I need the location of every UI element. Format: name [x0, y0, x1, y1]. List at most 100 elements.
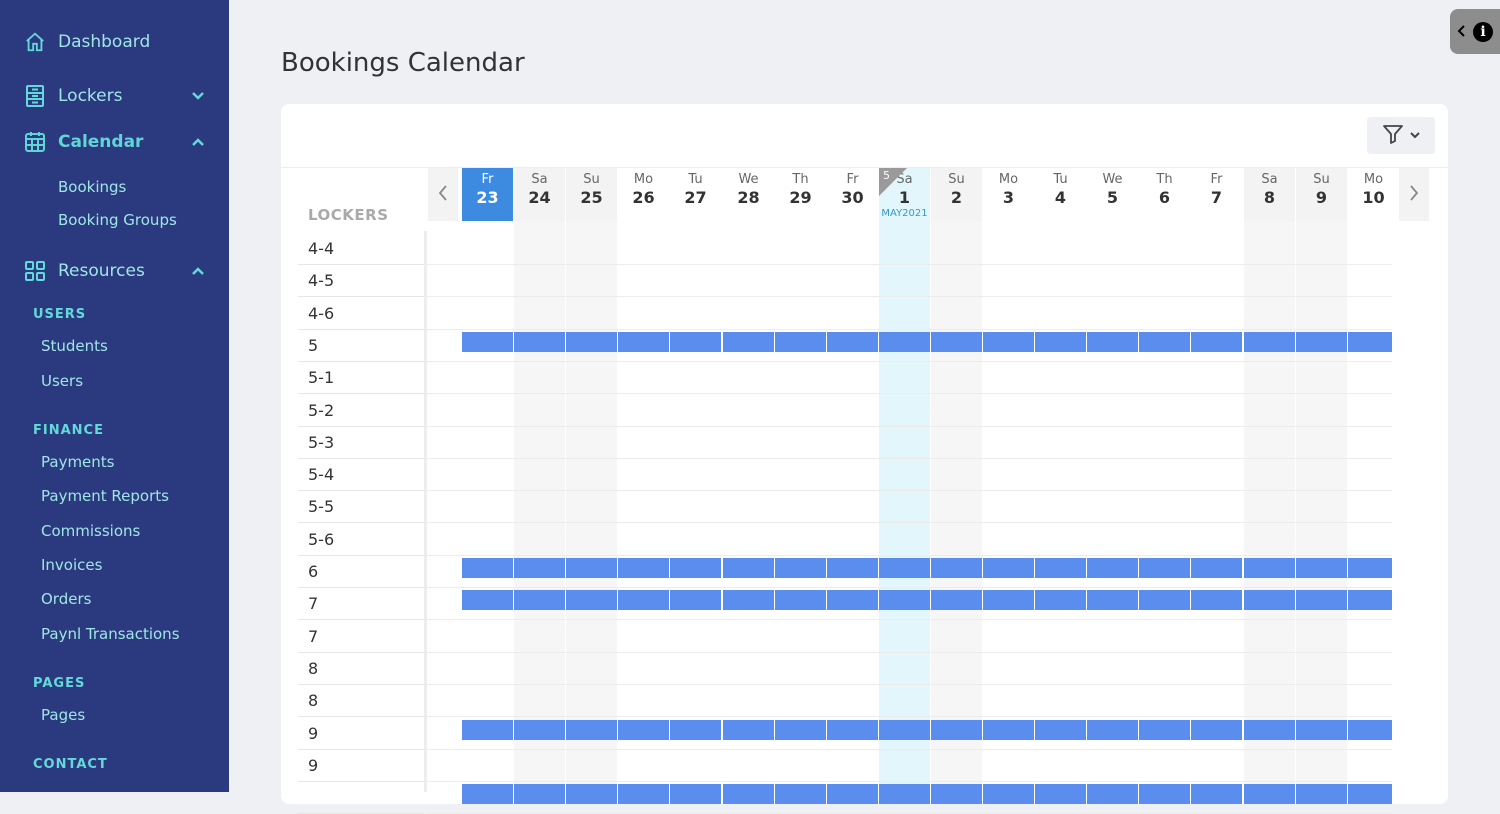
day-header[interactable]: We 5	[1087, 168, 1138, 221]
booking-bar[interactable]	[566, 558, 617, 578]
info-panel-toggle[interactable]: i	[1450, 9, 1500, 54]
booking-bar[interactable]	[618, 590, 669, 610]
booking-bar[interactable]	[879, 590, 930, 610]
booking-bar[interactable]	[1087, 558, 1138, 578]
booking-bar[interactable]	[879, 558, 930, 578]
booking-bar[interactable]	[775, 558, 826, 578]
booking-bar[interactable]	[1191, 784, 1242, 804]
day-header[interactable]: Fr 7	[1191, 168, 1242, 221]
booking-bar[interactable]	[1139, 590, 1190, 610]
booking-bar[interactable]	[983, 332, 1034, 352]
nav-payments[interactable]: Payments	[41, 453, 114, 471]
booking-bar[interactable]	[723, 784, 774, 804]
booking-bar[interactable]	[514, 332, 565, 352]
chevron-down-icon[interactable]	[190, 88, 206, 104]
booking-bar[interactable]	[1244, 332, 1295, 352]
booking-bar[interactable]	[1191, 720, 1242, 740]
booking-bar[interactable]	[618, 558, 669, 578]
day-header[interactable]: Mo 26	[618, 168, 669, 221]
day-header[interactable]: 5 Sa 1 MAY2021	[879, 168, 930, 221]
booking-bar[interactable]	[1348, 784, 1392, 804]
booking-bar[interactable]	[462, 558, 513, 578]
booking-bar[interactable]	[1244, 590, 1295, 610]
nav-commissions[interactable]: Commissions	[41, 522, 140, 540]
booking-bar[interactable]	[514, 558, 565, 578]
day-header[interactable]: Fr 30	[827, 168, 878, 221]
booking-bar[interactable]	[1139, 332, 1190, 352]
booking-bar[interactable]	[1296, 558, 1347, 578]
booking-bar[interactable]	[827, 332, 878, 352]
nav-users[interactable]: Users	[41, 372, 83, 390]
nav-bookings[interactable]: Bookings	[58, 178, 126, 196]
day-header[interactable]: Su 25	[566, 168, 617, 221]
booking-bar[interactable]	[827, 784, 878, 804]
booking-bar[interactable]	[1035, 590, 1086, 610]
chevron-up-icon[interactable]	[190, 134, 206, 150]
nav-payment-reports[interactable]: Payment Reports	[41, 487, 169, 505]
booking-bar[interactable]	[827, 590, 878, 610]
nav-paynl-transactions[interactable]: Paynl Transactions	[41, 625, 180, 643]
booking-bar[interactable]	[462, 784, 513, 804]
booking-bar[interactable]	[1087, 332, 1138, 352]
booking-bar[interactable]	[879, 720, 930, 740]
day-header[interactable]: We 28	[723, 168, 774, 221]
booking-bar[interactable]	[775, 590, 826, 610]
booking-bar[interactable]	[827, 558, 878, 578]
booking-bar[interactable]	[775, 720, 826, 740]
booking-bar[interactable]	[1139, 558, 1190, 578]
booking-bar[interactable]	[566, 590, 617, 610]
booking-bar[interactable]	[1296, 784, 1347, 804]
booking-bar[interactable]	[879, 332, 930, 352]
nav-students[interactable]: Students	[41, 337, 108, 355]
nav-lockers[interactable]: Lockers	[24, 82, 122, 110]
booking-bar[interactable]	[1087, 720, 1138, 740]
booking-bar[interactable]	[1035, 332, 1086, 352]
booking-bar[interactable]	[618, 332, 669, 352]
booking-bar[interactable]	[1296, 720, 1347, 740]
booking-bar[interactable]	[670, 332, 721, 352]
booking-bar[interactable]	[1035, 784, 1086, 804]
nav-orders[interactable]: Orders	[41, 590, 91, 608]
booking-bar[interactable]	[1244, 558, 1295, 578]
filter-button[interactable]	[1367, 117, 1435, 154]
booking-bar[interactable]	[1087, 784, 1138, 804]
booking-bar[interactable]	[1348, 558, 1392, 578]
booking-bar[interactable]	[1348, 590, 1392, 610]
booking-bar[interactable]	[723, 720, 774, 740]
booking-bar[interactable]	[618, 720, 669, 740]
day-header[interactable]: Mo 10	[1348, 168, 1399, 221]
booking-bar[interactable]	[1191, 332, 1242, 352]
nav-calendar[interactable]: Calendar	[24, 128, 143, 156]
booking-bar[interactable]	[670, 558, 721, 578]
booking-bar[interactable]	[514, 590, 565, 610]
nav-booking-groups[interactable]: Booking Groups	[58, 211, 177, 229]
booking-bar[interactable]	[931, 784, 982, 804]
booking-bar[interactable]	[1244, 784, 1295, 804]
booking-bar[interactable]	[775, 784, 826, 804]
booking-bar[interactable]	[931, 558, 982, 578]
booking-bar[interactable]	[1191, 558, 1242, 578]
day-header[interactable]: Tu 27	[670, 168, 721, 221]
day-header[interactable]: Sa 8	[1244, 168, 1295, 221]
booking-bar[interactable]	[1296, 590, 1347, 610]
booking-bar[interactable]	[514, 784, 565, 804]
booking-bar[interactable]	[983, 784, 1034, 804]
booking-bar[interactable]	[462, 590, 513, 610]
day-header[interactable]: Mo 3	[983, 168, 1034, 221]
nav-resources[interactable]: Resources	[24, 257, 145, 285]
booking-bar[interactable]	[462, 720, 513, 740]
booking-bar[interactable]	[1035, 720, 1086, 740]
booking-bar[interactable]	[879, 784, 930, 804]
booking-bar[interactable]	[670, 720, 721, 740]
booking-bar[interactable]	[827, 720, 878, 740]
booking-bar[interactable]	[983, 558, 1034, 578]
booking-bar[interactable]	[1296, 332, 1347, 352]
nav-invoices[interactable]: Invoices	[41, 556, 102, 574]
booking-bar[interactable]	[931, 332, 982, 352]
booking-bar[interactable]	[775, 332, 826, 352]
prev-week-button[interactable]	[428, 168, 458, 221]
booking-bar[interactable]	[1244, 720, 1295, 740]
day-header[interactable]: Fr 23	[462, 168, 513, 221]
nav-dashboard[interactable]: Dashboard	[24, 28, 150, 56]
booking-bar[interactable]	[1348, 332, 1392, 352]
